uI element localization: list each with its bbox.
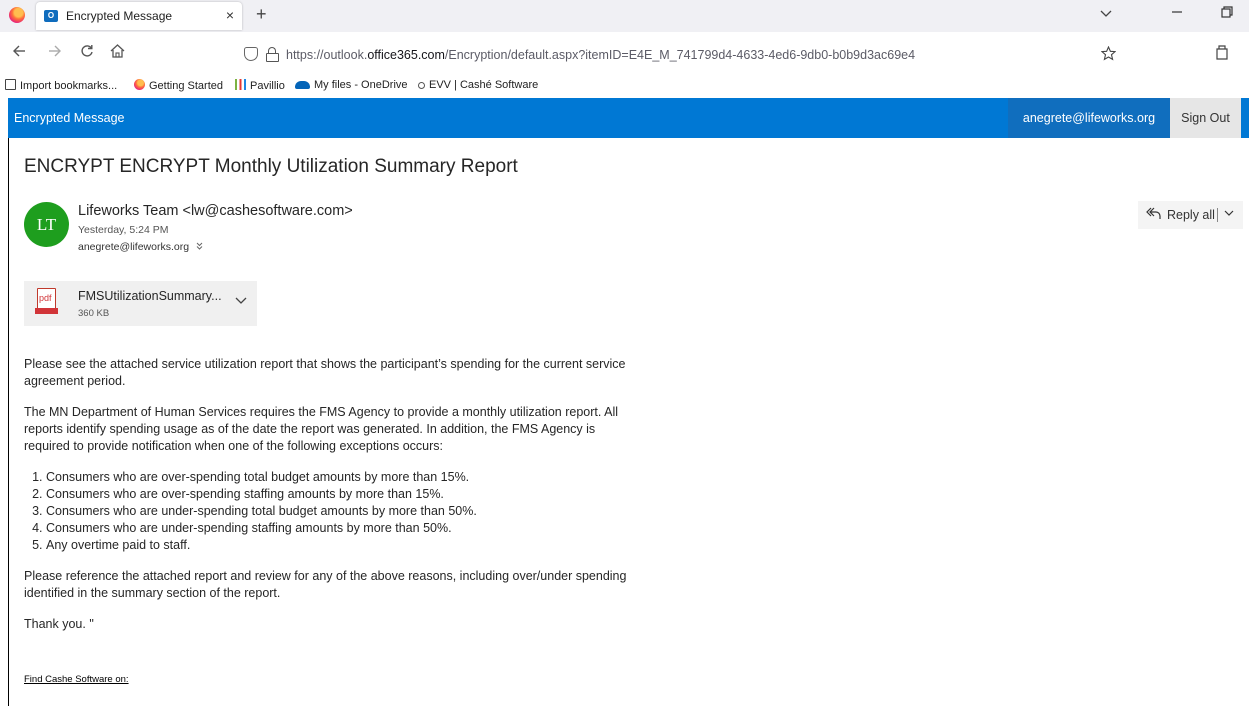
pdf-file-icon: pdf bbox=[35, 288, 58, 318]
bookmarks-toolbar: Import bookmarks... Getting Started Pavi… bbox=[0, 76, 1249, 96]
browser-tab[interactable]: O Encrypted Message × bbox=[36, 2, 242, 30]
minimize-icon[interactable] bbox=[1171, 2, 1183, 18]
find-cashe-link[interactable]: Find Cashe Software on: bbox=[24, 674, 129, 685]
bookmark-pavillio[interactable]: Pavillio bbox=[235, 79, 285, 92]
browser-tabstrip: O Encrypted Message × + bbox=[0, 0, 1249, 32]
forward-icon[interactable] bbox=[48, 44, 62, 63]
url-text[interactable]: https://outlook.office365.com/Encryption… bbox=[286, 48, 915, 62]
list-item: Consumers who are under-spending staffin… bbox=[46, 520, 644, 537]
avatar[interactable]: LT bbox=[24, 202, 69, 247]
body-paragraph: Please reference the attached report and… bbox=[24, 569, 627, 600]
bookmark-star-icon[interactable] bbox=[1100, 45, 1117, 65]
extensions-icon[interactable] bbox=[1215, 45, 1229, 64]
pavillio-icon bbox=[235, 79, 246, 90]
reply-all-icon bbox=[1146, 206, 1162, 223]
bookmark-evv[interactable]: EVV | Cashé Software bbox=[418, 79, 538, 91]
sign-out-button[interactable]: Sign Out bbox=[1170, 98, 1241, 138]
import-icon bbox=[5, 79, 16, 90]
list-item: Any overtime paid to staff. bbox=[46, 537, 644, 554]
attachment-size: 360 KB bbox=[78, 308, 110, 319]
browser-navbar: https://outlook.office365.com/Encryption… bbox=[0, 32, 1249, 76]
reload-icon[interactable] bbox=[80, 44, 94, 63]
chevron-down-icon[interactable] bbox=[1224, 208, 1234, 220]
bookmark-import[interactable]: Import bookmarks... bbox=[5, 79, 117, 92]
exceptions-list: Consumers who are over-spending total bu… bbox=[46, 469, 644, 554]
list-item: Consumers who are over-spending total bu… bbox=[46, 469, 644, 486]
thank-you-line: Thank you. " bbox=[24, 617, 94, 631]
home-icon[interactable] bbox=[110, 44, 125, 63]
app-header: Encrypted Message anegrete@lifeworks.org… bbox=[8, 98, 1249, 138]
tab-title: Encrypted Message bbox=[66, 9, 173, 23]
bookmark-getting-started[interactable]: Getting Started bbox=[134, 79, 223, 92]
list-item: Consumers who are over-spending staffing… bbox=[46, 486, 644, 503]
new-tab-button[interactable]: + bbox=[256, 4, 267, 25]
reply-all-label: Reply all bbox=[1167, 208, 1215, 222]
body-paragraph: The MN Department of Human Services requ… bbox=[24, 405, 619, 453]
message-date: Yesterday, 5:24 PM bbox=[78, 224, 169, 236]
message-subject: ENCRYPT ENCRYPT Monthly Utilization Summ… bbox=[24, 156, 518, 177]
restore-icon[interactable] bbox=[1221, 5, 1233, 21]
recipient-address: anegrete@lifeworks.org bbox=[78, 241, 190, 253]
bookmark-onedrive[interactable]: My files - OneDrive bbox=[295, 79, 408, 91]
attachment-name: FMSUtilizationSummary... bbox=[78, 289, 222, 303]
firefox-logo-icon[interactable] bbox=[9, 7, 25, 23]
attachment-menu-chevron-icon[interactable] bbox=[235, 293, 247, 308]
back-icon[interactable] bbox=[12, 44, 26, 63]
tracking-protection-shield-icon[interactable] bbox=[244, 47, 258, 61]
message-body: Please see the attached service utilizat… bbox=[24, 356, 644, 647]
outlook-icon: O bbox=[44, 10, 58, 22]
content-border bbox=[8, 138, 9, 706]
app-title: Encrypted Message bbox=[14, 111, 125, 125]
onedrive-icon bbox=[295, 81, 310, 89]
list-item: Consumers who are under-spending total b… bbox=[46, 503, 644, 520]
attachment-card[interactable]: pdf FMSUtilizationSummary... 360 KB bbox=[24, 281, 257, 326]
expand-recipients-icon[interactable] bbox=[193, 242, 203, 252]
reply-divider bbox=[1217, 208, 1218, 222]
recipient[interactable]: anegrete@lifeworks.org bbox=[78, 241, 203, 253]
firefox-icon bbox=[134, 79, 145, 90]
close-tab-icon[interactable]: × bbox=[226, 7, 234, 23]
evv-icon bbox=[418, 82, 425, 89]
lock-icon[interactable] bbox=[266, 47, 279, 62]
user-account[interactable]: anegrete@lifeworks.org bbox=[1008, 98, 1170, 138]
reply-all-button[interactable]: Reply all bbox=[1138, 201, 1243, 229]
address-bar[interactable]: https://outlook.office365.com/Encryption… bbox=[236, 41, 1126, 69]
list-all-tabs-icon[interactable] bbox=[1100, 5, 1112, 21]
sender-name[interactable]: Lifeworks Team <lw@cashesoftware.com> bbox=[78, 203, 353, 219]
body-paragraph: Please see the attached service utilizat… bbox=[24, 357, 626, 388]
